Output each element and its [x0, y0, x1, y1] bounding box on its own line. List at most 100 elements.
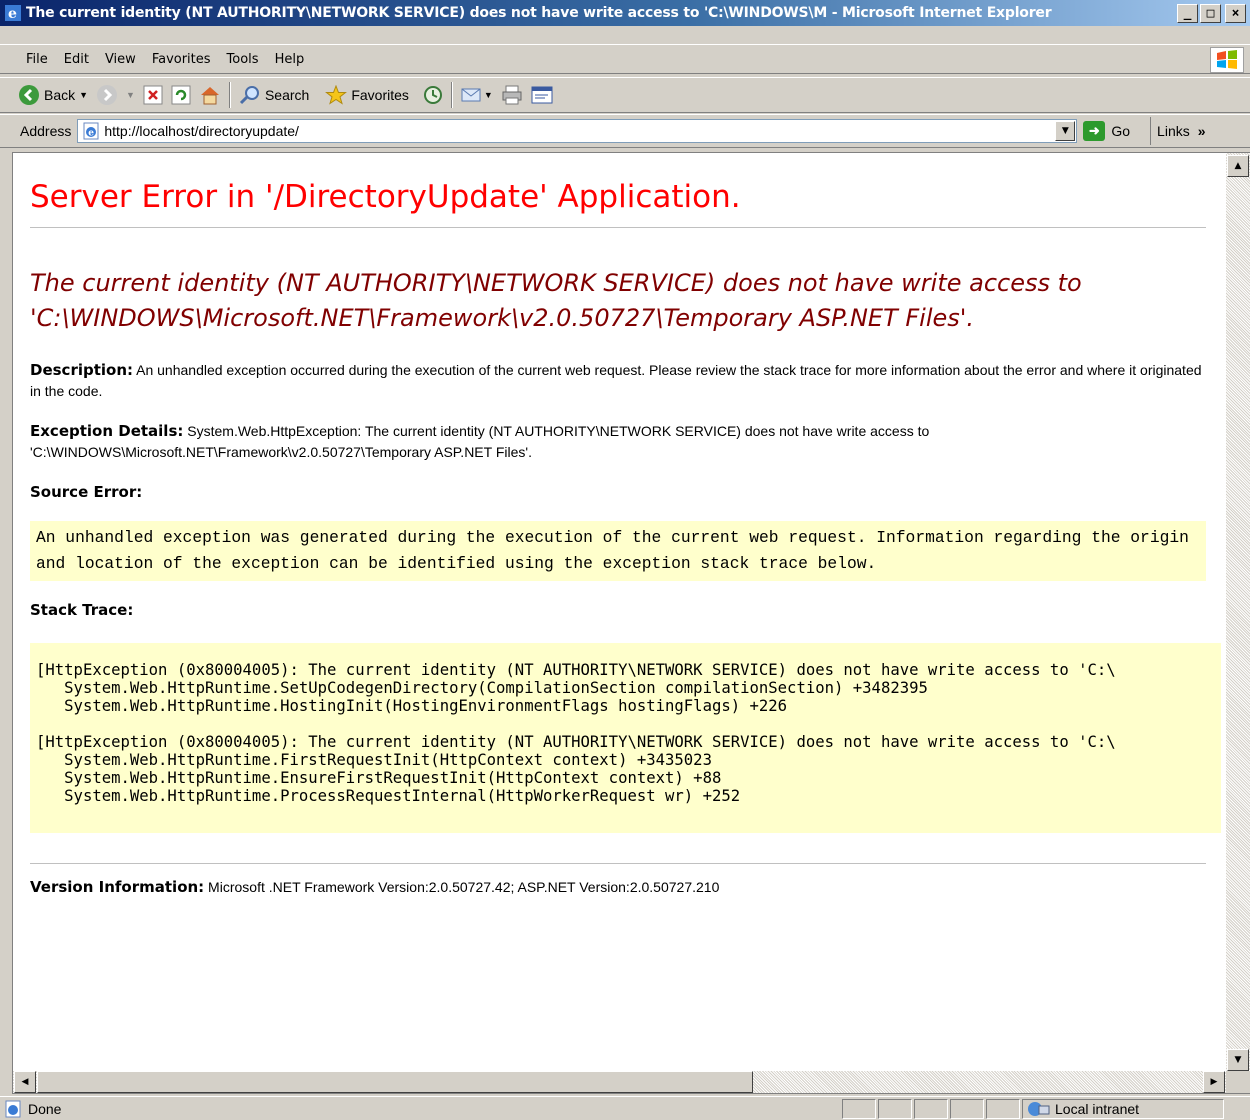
page-title: Server Error in '/DirectoryUpdate' Appli…: [30, 179, 741, 215]
page-content: Server Error in '/DirectoryUpdate' Appli…: [13, 153, 1221, 1073]
description-text: An unhandled exception occurred during t…: [30, 362, 1202, 399]
version-label: Version Information:: [30, 878, 205, 896]
links-label: Links: [1157, 123, 1190, 139]
edit-button[interactable]: [527, 80, 557, 110]
back-label: Back: [44, 87, 76, 103]
stack-trace-line: System.Web.HttpRuntime.HostingInit(Hosti…: [36, 697, 788, 715]
intranet-icon: [1028, 1101, 1050, 1116]
forward-button[interactable]: ▼: [92, 80, 139, 110]
menu-favorites[interactable]: Favorites: [144, 52, 219, 67]
back-dropdown-icon[interactable]: ▼: [79, 90, 88, 100]
exception-paragraph: Exception Details: System.Web.HttpExcept…: [30, 421, 1210, 463]
printer-icon: [502, 85, 522, 105]
address-dropdown-button[interactable]: ▼: [1055, 121, 1076, 141]
search-label: Search: [264, 87, 310, 103]
page-viewport: Server Error in '/DirectoryUpdate' Appli…: [12, 152, 1250, 1094]
ie-page-icon: e: [83, 122, 99, 140]
address-label: Address: [20, 123, 72, 139]
source-error-text: An unhandled exception was generated dur…: [36, 528, 1199, 573]
scroll-left-button[interactable]: ◀: [14, 1071, 36, 1093]
stack-trace-line: System.Web.HttpRuntime.ProcessRequestInt…: [36, 787, 741, 805]
home-button[interactable]: [195, 80, 225, 110]
toolbar-separator: [228, 82, 231, 108]
menu-help[interactable]: Help: [267, 52, 313, 67]
print-button[interactable]: [497, 80, 527, 110]
stop-button[interactable]: [139, 80, 167, 110]
ie-logo-icon: e: [5, 5, 21, 22]
version-text: Microsoft .NET Framework Version:2.0.507…: [204, 879, 720, 895]
page-done-icon: [5, 1100, 21, 1117]
address-input[interactable]: e http://localhost/directoryupdate/ ▼: [77, 119, 1078, 143]
status-panel: [914, 1098, 948, 1119]
favorites-label: Favorites: [351, 87, 409, 103]
stack-trace-line: [HttpException (0x80004005): The current…: [36, 733, 1116, 751]
status-text-area: Done: [0, 1100, 842, 1118]
go-arrow-icon: ➜: [1083, 121, 1106, 141]
go-label: Go: [1111, 123, 1131, 139]
title-divider: [30, 227, 1206, 228]
horizontal-scroll-thumb[interactable]: [37, 1071, 753, 1093]
status-panel: [842, 1098, 876, 1119]
security-zone-label: Local intranet: [1055, 1100, 1140, 1117]
forward-dropdown-icon[interactable]: ▼: [126, 90, 135, 100]
source-error-label: Source Error:: [30, 483, 143, 501]
menu-tools[interactable]: Tools: [219, 52, 267, 67]
status-bar: Done Local intranet: [0, 1096, 1250, 1120]
svg-text:e: e: [89, 129, 95, 139]
search-button[interactable]: Search: [235, 80, 313, 110]
toolbar-separator: [450, 82, 453, 108]
description-paragraph: Description: An unhandled exception occu…: [30, 360, 1210, 402]
stack-trace-line: System.Web.HttpRuntime.EnsureFirstReques…: [36, 769, 722, 787]
windows-flag-icon: [1210, 47, 1244, 73]
back-arrow-icon: [19, 85, 39, 105]
scroll-down-button[interactable]: ▼: [1227, 1049, 1249, 1071]
links-more-icon: »: [1197, 123, 1206, 139]
close-button[interactable]: ×: [1225, 3, 1246, 23]
home-icon: [200, 87, 219, 105]
window-title-bar[interactable]: e The current identity (NT AUTHORITY\NET…: [0, 0, 1250, 26]
version-information: Version Information: Microsoft .NET Fram…: [30, 878, 1221, 896]
forward-arrow-icon: [97, 85, 118, 105]
svg-text:e: e: [8, 6, 17, 22]
security-zone[interactable]: Local intranet: [1022, 1098, 1224, 1119]
description-label: Description:: [30, 361, 134, 379]
star-icon: [325, 85, 348, 105]
menu-bar: File Edit View Favorites Tools Help: [0, 44, 1250, 74]
standard-toolbar: Back ▼ ▼ Search Favorites ▼: [0, 77, 1250, 113]
minimize-button[interactable]: _: [1177, 3, 1198, 23]
address-url: http://localhost/directoryupdate/: [104, 123, 299, 139]
go-button[interactable]: ➜ Go: [1083, 121, 1130, 141]
mail-button[interactable]: ▼: [457, 80, 497, 110]
status-panel: [878, 1098, 912, 1119]
stack-trace-line: System.Web.HttpRuntime.SetUpCodegenDirec…: [36, 679, 928, 697]
exception-label: Exception Details:: [30, 422, 184, 440]
history-button[interactable]: [419, 80, 447, 110]
favorites-button[interactable]: Favorites: [321, 80, 413, 110]
stack-trace-box: [HttpException (0x80004005): The current…: [30, 643, 1221, 833]
mail-dropdown-icon[interactable]: ▼: [484, 90, 493, 100]
magnifier-icon: [239, 86, 259, 105]
menu-file[interactable]: File: [18, 52, 56, 67]
refresh-button[interactable]: [167, 80, 195, 110]
status-panel: [986, 1098, 1020, 1119]
stack-trace-line: System.Web.HttpRuntime.FirstRequestInit(…: [36, 751, 712, 769]
back-button[interactable]: Back ▼: [14, 80, 92, 110]
stack-trace-label: Stack Trace:: [30, 601, 134, 619]
window-title: The current identity (NT AUTHORITY\NETWO…: [26, 5, 1052, 21]
stack-trace-line: [HttpException (0x80004005): The current…: [36, 661, 1116, 679]
menu-view[interactable]: View: [97, 52, 144, 67]
edit-icon: [531, 86, 553, 104]
scroll-up-button[interactable]: ▲: [1227, 155, 1249, 177]
horizontal-scrollbar[interactable]: ◀ ▶: [13, 1071, 1227, 1093]
maximize-button[interactable]: □: [1200, 3, 1221, 23]
scroll-right-button[interactable]: ▶: [1203, 1071, 1225, 1093]
status-panel: [950, 1098, 984, 1119]
version-divider: [30, 863, 1206, 864]
source-error-box: An unhandled exception was generated dur…: [30, 521, 1206, 581]
links-button[interactable]: Links »: [1150, 117, 1206, 145]
menu-edit[interactable]: Edit: [56, 52, 97, 67]
mail-icon: [461, 88, 481, 102]
history-icon: [423, 86, 442, 104]
refresh-icon: [171, 85, 191, 105]
vertical-scrollbar[interactable]: ▲ ▼: [1226, 153, 1250, 1073]
